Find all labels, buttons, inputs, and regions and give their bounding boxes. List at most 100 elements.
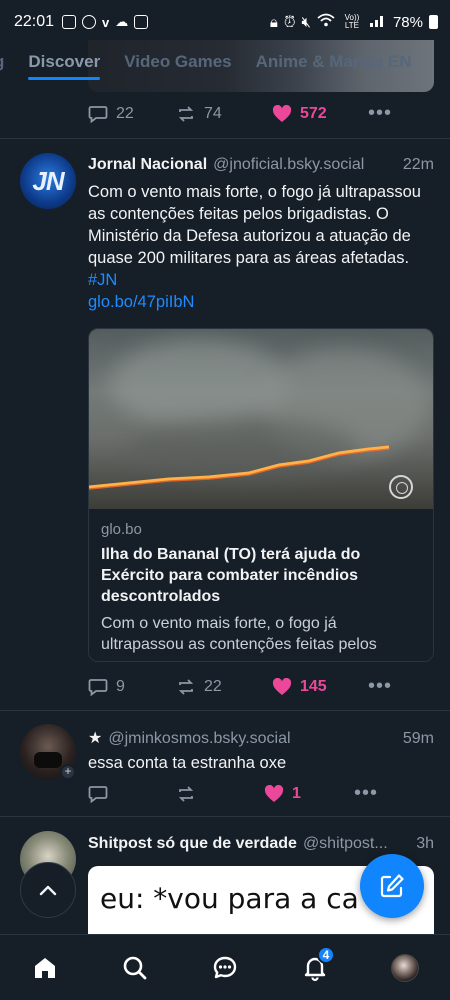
repost-button[interactable]: 74 [176, 105, 272, 123]
heart-filled-icon [264, 784, 284, 802]
post-header: Shitpost só que de verdade @shitpost... … [88, 835, 434, 853]
reply-icon [88, 678, 108, 696]
avatar[interactable]: JN [20, 153, 76, 209]
like-count: 572 [300, 104, 327, 122]
scroll-to-top-button[interactable] [20, 862, 76, 918]
status-left-icons: v ☁ [62, 14, 149, 30]
cloud-icon: ☁ [115, 14, 129, 29]
bottom-nav: 4 [0, 934, 450, 1000]
like-count: 145 [300, 677, 327, 695]
chat-icon [213, 956, 237, 978]
status-right-icons: 🔒︎ ⏰︎ 🔇︎ Vo)) LTE 78% [270, 13, 438, 31]
tab-anime-manga[interactable]: Anime & Manga EN [256, 48, 412, 80]
compose-button[interactable] [360, 854, 424, 918]
heart-filled-icon [272, 677, 292, 695]
author-handle[interactable]: @jminkosmos.bsky.social [108, 730, 290, 748]
reply-button[interactable]: 22 [88, 105, 176, 123]
post-text: Com o vento mais forte, o fogo já ultrap… [88, 181, 434, 313]
post-time: 3h [416, 835, 434, 852]
alarm-icon: ⏰︎ [283, 13, 296, 31]
author-name[interactable]: Shitpost só que de verdade [88, 835, 297, 853]
chevron-up-icon [39, 885, 57, 896]
v-icon: v [102, 14, 110, 30]
reply-button[interactable]: 9 [88, 678, 176, 696]
more-options-icon[interactable]: ••• [368, 102, 392, 125]
reply-count: 22 [116, 104, 134, 122]
post-time: 22m [402, 156, 434, 173]
home-icon [35, 957, 55, 978]
like-count: 1 [292, 784, 301, 802]
tab-video-games[interactable]: Video Games [124, 48, 231, 80]
compose-icon [380, 874, 404, 898]
nav-notifications[interactable]: 4 [293, 945, 337, 990]
reply-count: 9 [116, 677, 125, 695]
like-button[interactable]: 572 [272, 104, 368, 123]
mute-icon: 🔇︎ [301, 13, 311, 31]
feed-tabs: g Discover Video Games Anime & Manga EN [0, 44, 450, 84]
like-button[interactable]: 1 [264, 784, 354, 803]
status-bar: 22:01 v ☁ 🔒︎ ⏰︎ 🔇︎ Vo)) LTE 78% [0, 0, 450, 44]
lock-icon: 🔒︎ [269, 13, 278, 31]
check-circle-icon [82, 15, 97, 29]
link-title: Ilha do Bananal (TO) terá ajuda do Exérc… [101, 546, 361, 605]
repost-icon [178, 785, 194, 802]
author-name[interactable]: Jornal Nacional [88, 156, 207, 174]
repost-button[interactable]: 22 [176, 678, 272, 696]
author-handle[interactable]: @jnoficial.bsky.social [213, 156, 364, 174]
repost-icon [178, 678, 194, 695]
reply-icon [88, 785, 108, 803]
link-preview-image [89, 329, 433, 509]
signal-icon [369, 13, 387, 31]
post-divider [0, 710, 450, 711]
nav-profile[interactable] [383, 946, 427, 990]
post-header: ★ @jminkosmos.bsky.social 59m [88, 728, 434, 748]
hashtag-link[interactable]: #JN [88, 271, 117, 289]
repost-count: 22 [204, 677, 222, 695]
repost-button[interactable] [176, 785, 264, 803]
nav-home[interactable] [23, 946, 67, 990]
repost-count: 74 [204, 104, 222, 122]
search-icon [123, 956, 147, 979]
reply-icon [88, 105, 108, 123]
battery-icon [429, 15, 438, 29]
post-header: Jornal Nacional @jnoficial.bsky.social 2… [88, 156, 434, 174]
profile-avatar [391, 953, 419, 982]
tab-discover[interactable]: Discover [28, 48, 100, 80]
fire-line-graphic [89, 445, 390, 490]
volte-icon: Vo)) LTE [344, 13, 360, 30]
more-options-icon[interactable]: ••• [368, 675, 392, 698]
instagram-icon [62, 15, 77, 29]
link-domain: glo.bo [101, 521, 142, 538]
link-preview-body: glo.bo Ilha do Bananal (TO) terá ajuda d… [89, 509, 433, 661]
heart-filled-icon [272, 104, 292, 122]
nav-chat[interactable] [203, 946, 247, 990]
post-divider [0, 138, 450, 139]
post-actions: 1 ••• [88, 782, 434, 805]
reply-button[interactable] [88, 785, 176, 803]
camera-icon [389, 475, 413, 499]
notification-badge: 4 [317, 945, 335, 964]
nav-search[interactable] [113, 946, 157, 990]
avatar-initials: JN [32, 165, 64, 196]
post-body: Com o vento mais forte, o fogo já ultrap… [88, 183, 421, 267]
post-actions: 9 22 145 ••• [88, 675, 434, 698]
status-time: 22:01 [14, 13, 55, 30]
external-link[interactable]: glo.bo/47piIbN [88, 293, 194, 311]
post-divider [0, 816, 450, 817]
repost-icon [178, 105, 194, 122]
like-button[interactable]: 145 [272, 677, 368, 696]
tab-previous[interactable]: g [0, 48, 4, 80]
post-text: essa conta ta estranha oxe [88, 754, 287, 772]
author-handle[interactable]: @shitpost... [303, 835, 388, 853]
link-preview-card[interactable]: glo.bo Ilha do Bananal (TO) terá ajuda d… [88, 328, 434, 662]
link-description: Com o vento mais forte, o fogo já ultrap… [101, 615, 377, 653]
post-time: 59m [402, 730, 434, 747]
gallery-icon [134, 15, 149, 29]
wifi-icon [317, 13, 335, 31]
face-mask-graphic [34, 752, 62, 768]
star-icon: ★ [88, 730, 103, 747]
follow-plus-icon[interactable]: + [60, 764, 76, 780]
battery-level: 78% [392, 13, 423, 31]
prev-post-actions: 22 74 572 ••• [88, 102, 434, 125]
more-options-icon[interactable]: ••• [354, 782, 378, 805]
